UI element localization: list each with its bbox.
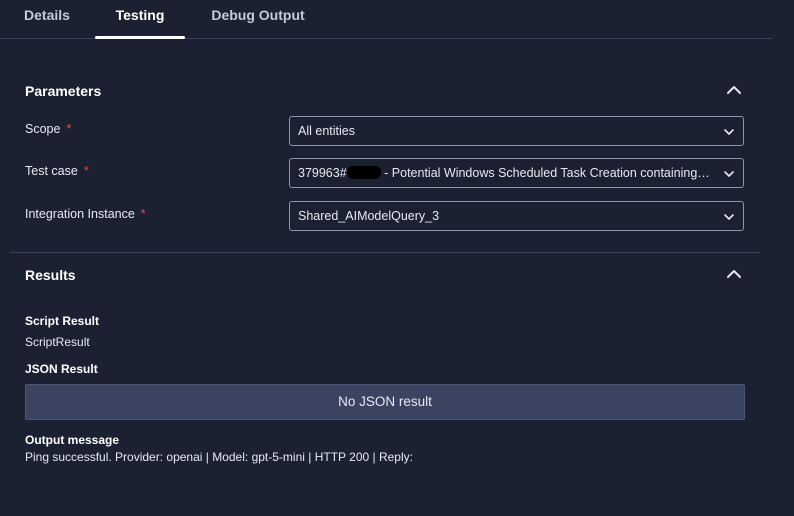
required-marker: * <box>83 164 89 178</box>
scope-label-text: Scope <box>25 122 61 136</box>
test-case-select[interactable]: 379963# - Potential Windows Scheduled Ta… <box>289 158 744 188</box>
json-result-label: JSON Result <box>25 362 98 376</box>
json-result-empty-text: No JSON result <box>338 394 432 409</box>
chevron-up-icon[interactable] <box>726 82 742 98</box>
chevron-up-icon[interactable] <box>726 266 742 282</box>
scope-select[interactable]: All entities <box>289 116 744 146</box>
required-marker: * <box>140 207 146 221</box>
test-case-title: - Potential Windows Scheduled Task Creat… <box>380 166 713 180</box>
required-marker: * <box>66 122 72 136</box>
tab-testing[interactable]: Testing <box>95 0 185 39</box>
json-result-box: No JSON result <box>25 384 745 420</box>
chevron-down-icon <box>724 129 734 135</box>
integration-instance-select-value: Shared_AIModelQuery_3 <box>298 209 440 223</box>
output-message-value: Ping successful. Provider: openai | Mode… <box>25 450 413 464</box>
test-case-label-text: Test case <box>25 164 78 178</box>
script-result-label: Script Result <box>25 314 100 328</box>
script-result-value: ScriptResult <box>25 335 90 349</box>
test-case-id: 379963# <box>298 166 347 180</box>
test-case-label: Test case * <box>25 164 89 178</box>
tab-debug-output-label: Debug Output <box>211 7 305 23</box>
redaction-block <box>346 166 381 179</box>
tab-bar: Details Testing Debug Output <box>0 0 772 39</box>
tab-details[interactable]: Details <box>22 0 72 38</box>
test-case-select-value: 379963# - Potential Windows Scheduled Ta… <box>298 159 713 187</box>
integration-instance-label-text: Integration Instance <box>25 207 135 221</box>
scope-select-value: All entities <box>298 124 355 138</box>
parameters-title: Parameters <box>25 83 102 99</box>
tab-details-label: Details <box>24 7 70 23</box>
tab-testing-label: Testing <box>115 7 165 23</box>
integration-instance-label: Integration Instance * <box>25 207 146 221</box>
chevron-down-icon <box>724 171 734 177</box>
integration-instance-select[interactable]: Shared_AIModelQuery_3 <box>289 201 744 231</box>
chevron-down-icon <box>724 214 734 220</box>
section-divider <box>10 252 760 253</box>
scope-label: Scope * <box>25 122 71 136</box>
output-message-label: Output message <box>25 433 120 447</box>
tab-debug-output[interactable]: Debug Output <box>208 0 308 38</box>
results-title: Results <box>25 267 76 283</box>
